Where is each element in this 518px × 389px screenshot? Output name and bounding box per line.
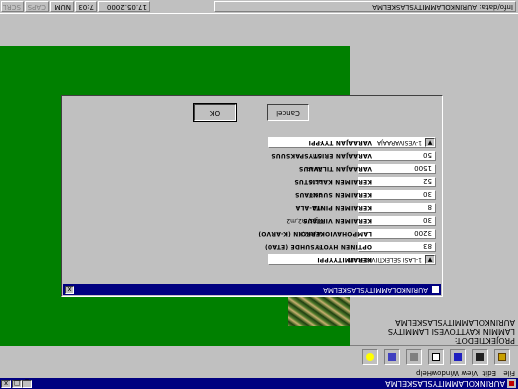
row-collector-area: 8 m2 KERAIMEN PINTA-ALA [60, 201, 442, 213]
menu-bar: File Edit View Window Help [0, 368, 518, 378]
tank-insulation-label: VARAAJAN ERISTYSPAKSUUS [271, 152, 372, 159]
tank-volume-label: VARAAJAN TILAVUUS [298, 165, 372, 172]
cancel-button[interactable]: Cancel [267, 104, 309, 121]
row-collector-type: ▼ 1-LASI SELEKTIIVIKERAIN - KERAIMITYYPP… [60, 253, 442, 265]
solar-heating-dialog: x AURINKOLAMMITYSLASKELMA ▼ 1-LASI SELEK… [61, 95, 443, 297]
draw-button[interactable] [406, 349, 422, 365]
window-title: AURINKOLAMMITYSLASKELMA [385, 379, 505, 388]
tank-type-value: 1-VESIVARAAJA [377, 139, 422, 146]
menu-view[interactable]: View [461, 368, 478, 378]
status-caps: CAPS [25, 1, 49, 12]
status-bar: Info/data: AURINKOLAMMITYSLASKELMA 17.05… [0, 0, 518, 14]
menu-edit[interactable]: Edit [482, 368, 496, 378]
dialog-close-button[interactable]: x [65, 285, 74, 294]
open-button[interactable] [494, 349, 510, 365]
dialog-title-bar[interactable]: x AURINKOLAMMITYSLASKELMA [63, 284, 441, 295]
row-collector-orientation: 30 aste KERAIMEN SUUNTAUS [60, 188, 442, 200]
shirt-button[interactable] [450, 349, 466, 365]
save-icon [476, 353, 484, 361]
status-date: 17.05.2000 [98, 1, 150, 12]
screen: AURINKOLAMMITYSLASKELMA _ □ x File Edit … [0, 0, 518, 389]
title-bar[interactable]: AURINKOLAMMITYSLASKELMA _ □ x [0, 378, 518, 389]
collector-orientation-label: KERAIMEN SUUNTAUS [294, 191, 372, 198]
project-label: PROJEKTIEDOT: [454, 336, 515, 345]
chevron-down-icon[interactable]: ▼ [425, 138, 435, 147]
menu-file[interactable]: File [503, 368, 515, 378]
optical-efficiency-label: OPTINEN HYOTYSUHDE (ETA0) [264, 243, 372, 250]
sun-button[interactable] [362, 349, 378, 365]
collector-area-label: KERAIMEN PINTA-ALA [295, 204, 372, 211]
chevron-down-icon[interactable]: ▼ [425, 255, 435, 264]
monitor-button[interactable] [384, 349, 400, 365]
project-line-1: LAMMIN KAYTTOVESI LAMMITYS [387, 327, 515, 336]
row-tank-volume: 1500 litraa VARAAJAN TILAVUUS [60, 162, 442, 174]
clipboard-icon [432, 353, 440, 361]
collector-flow-label: KERAIMEN VIRTAUS [302, 217, 372, 224]
project-line-2: AURINKOLAMMITYSLASKELMA [395, 318, 515, 327]
row-heat-loss-coefficient: 3200 W/m2,K LAMPOHAVIOKERROIN (K-ARVO) [60, 227, 442, 239]
row-collector-flow: 30 kg/s/m2,m2 KERAIMEN VIRTAUS [60, 214, 442, 226]
status-num: NUM [50, 1, 74, 12]
dialog-title: AURINKOLAMMITYSLASKELMA [323, 286, 428, 294]
row-optical-efficiency: 83 % OPTINEN HYOTYSUHDE (ETA0) [60, 240, 442, 252]
heat-loss-coefficient-label: LAMPOHAVIOKERROIN (K-ARVO) [258, 230, 372, 237]
status-time: 7:03 [75, 1, 97, 12]
row-tank-insulation: 50 cm VARAAJAN ERISTYSPAKSUUS [60, 149, 442, 161]
project-info: PROJEKTIEDOT: LAMMIN KAYTTOVESI LAMMITYS… [350, 318, 518, 345]
toolbar [0, 345, 518, 368]
shirt-icon [454, 353, 462, 361]
monitor-icon [388, 353, 396, 361]
status-message: Info/data: AURINKOLAMMITYSLASKELMA [214, 1, 516, 12]
save-button[interactable] [472, 349, 488, 365]
collector-type-label: KERAIMITYYPPI [317, 256, 372, 263]
menu-help[interactable]: Help [416, 368, 432, 378]
sun-icon [366, 353, 374, 361]
status-scrl: SCRL [1, 1, 24, 12]
maximize-button[interactable]: □ [12, 379, 22, 388]
row-tank-type: ▼ 1-VESIVARAAJA - VARAAJAN TYYPPI [60, 136, 442, 148]
app-icon[interactable] [507, 379, 516, 388]
tank-type-label: VARAAJAN TYYPPI [308, 139, 372, 146]
menu-window[interactable]: Window [431, 368, 459, 378]
draw-icon [410, 353, 418, 361]
row-collector-tilt: 52 aste KERAIMEN KALLISTUS [60, 175, 442, 187]
collector-tilt-label: KERAIMEN KALLISTUS [294, 178, 372, 185]
minimize-button[interactable]: _ [22, 379, 32, 388]
dialog-system-icon[interactable] [432, 286, 439, 293]
open-icon [498, 353, 506, 361]
close-button[interactable]: x [1, 379, 11, 388]
ok-button[interactable]: OK [193, 103, 237, 122]
clipboard-button[interactable] [428, 349, 444, 365]
